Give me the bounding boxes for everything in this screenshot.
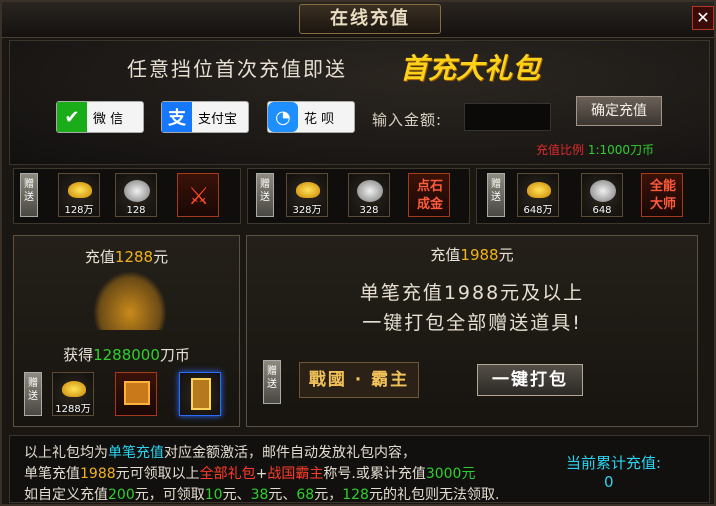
treasure-chest-slot[interactable] — [115, 372, 157, 416]
alipay-label: 支付宝 — [198, 111, 238, 127]
gift-tag: 赠送 — [20, 173, 38, 217]
payment-panel: 任意挡位首次充值即送 首充大礼包 ✔ 微 信 支 支付宝 ◔ 花 呗 输入金额:… — [9, 40, 710, 165]
alipay-icon: 支 — [162, 102, 192, 132]
scroll-icon — [191, 378, 211, 410]
amount-input[interactable] — [464, 103, 551, 131]
wechat-pay-button[interactable]: ✔ 微 信 — [56, 101, 144, 133]
huabei-label: 花 呗 — [304, 111, 335, 127]
gold-ingot-slot[interactable]: 1288万 — [52, 372, 94, 416]
sword-icon: ⚔ — [188, 182, 210, 210]
accumulated-label: 当前累计充值: — [566, 454, 662, 472]
tier-1288-panel: 充值1288元 获得1288000刀币 赠送 1288万 — [13, 235, 240, 427]
accumulated-value: 0 — [604, 473, 614, 491]
title-badge: 戰國 · 霸主 — [299, 362, 419, 398]
gift-tag: 赠送 — [487, 173, 505, 217]
confirm-recharge-button[interactable]: 确定充值 — [576, 96, 662, 126]
wechat-icon: ✔ — [57, 102, 87, 132]
gold-ingot-icon — [62, 381, 86, 397]
gold-ingot-icon — [296, 182, 320, 198]
pack-all-button[interactable]: 一键打包 — [477, 364, 583, 396]
skill-book-slot[interactable]: 全能大师 — [641, 173, 683, 217]
treasure-chest-icon — [124, 381, 150, 405]
gold-ingot-slot[interactable]: 328万 — [286, 173, 328, 217]
wechat-label: 微 信 — [93, 111, 124, 127]
recharge-window: 在线充值 ✕ 任意挡位首次充值即送 首充大礼包 ✔ 微 信 支 支付宝 ◔ 花 … — [0, 0, 716, 506]
gold-ingot-icon — [68, 182, 92, 198]
skill-book-icon: 点石成金 — [416, 179, 443, 212]
amount-label: 输入金额: — [372, 111, 443, 129]
close-icon[interactable]: ✕ — [692, 6, 714, 30]
scroll-slot[interactable] — [179, 372, 221, 416]
gold-ingot-slot[interactable]: 128万 — [58, 173, 100, 217]
sword-slot[interactable]: ⚔ — [177, 173, 219, 217]
silver-ore-icon — [590, 180, 616, 202]
promo-gift-title: 首充大礼包 — [400, 52, 541, 85]
exchange-ratio: 充值比例 1:1000刀币 — [536, 141, 654, 158]
notes-panel: 以上礼包均为单笔充值对应金额激活，邮件自动发放礼包内容， 单笔充值1988元可领… — [9, 435, 710, 503]
silver-ore-slot[interactable]: 328 — [348, 173, 390, 217]
note-line-2: 单笔充值1988元可领取以上全部礼包+战国霸主称号.或累计充值3000元 — [24, 466, 476, 482]
obtain-text: 获得1288000刀币 — [63, 346, 190, 364]
reward-strip: 赠送 128万 128 ⚔ — [13, 168, 241, 224]
gold-ingot-slot[interactable]: 648万 — [517, 173, 559, 217]
promo-headline: 任意挡位首次充值即送 — [127, 57, 347, 81]
silver-ore-icon — [124, 180, 150, 202]
gift-tag: 赠送 — [256, 173, 274, 217]
reward-strip: 赠送 648万 648 全能大师 — [476, 168, 710, 224]
alipay-button[interactable]: 支 支付宝 — [161, 101, 249, 133]
bundle-description: 单笔充值1988元及以上 一键打包全部赠送道具! — [359, 282, 585, 334]
silver-ore-icon — [357, 180, 383, 202]
skill-book-slot[interactable]: 点石成金 — [408, 173, 450, 217]
tier-title: 充值1988元 — [430, 246, 514, 264]
note-line-3: 如自定义充值200元，可领取10元、38元、68元，128元的礼包则无法领取. — [24, 487, 500, 503]
title-bar: 在线充值 ✕ — [2, 2, 714, 38]
huabei-button[interactable]: ◔ 花 呗 — [267, 101, 355, 133]
huabei-icon: ◔ — [268, 102, 298, 132]
note-line-1: 以上礼包均为单笔充值对应金额激活，邮件自动发放礼包内容， — [24, 445, 416, 461]
ratio-value: 1:1000刀币 — [587, 143, 655, 157]
gift-tag: 赠送 — [263, 360, 281, 404]
silver-ore-slot[interactable]: 128 — [115, 173, 157, 217]
tier-title: 充值1288元 — [84, 248, 169, 266]
dragon-treasure-icon — [94, 272, 166, 330]
gift-tag: 赠送 — [24, 372, 42, 416]
window-title: 在线充值 — [299, 4, 441, 34]
ratio-label: 充值比例 — [536, 143, 585, 157]
reward-strip: 赠送 328万 328 点石成金 — [247, 168, 470, 224]
silver-ore-slot[interactable]: 648 — [581, 173, 623, 217]
tier-1988-panel: 充值1988元 单笔充值1988元及以上 一键打包全部赠送道具! 赠送 戰國 ·… — [246, 235, 698, 427]
skill-book-icon: 全能大师 — [649, 179, 676, 212]
gold-ingot-icon — [527, 182, 551, 198]
